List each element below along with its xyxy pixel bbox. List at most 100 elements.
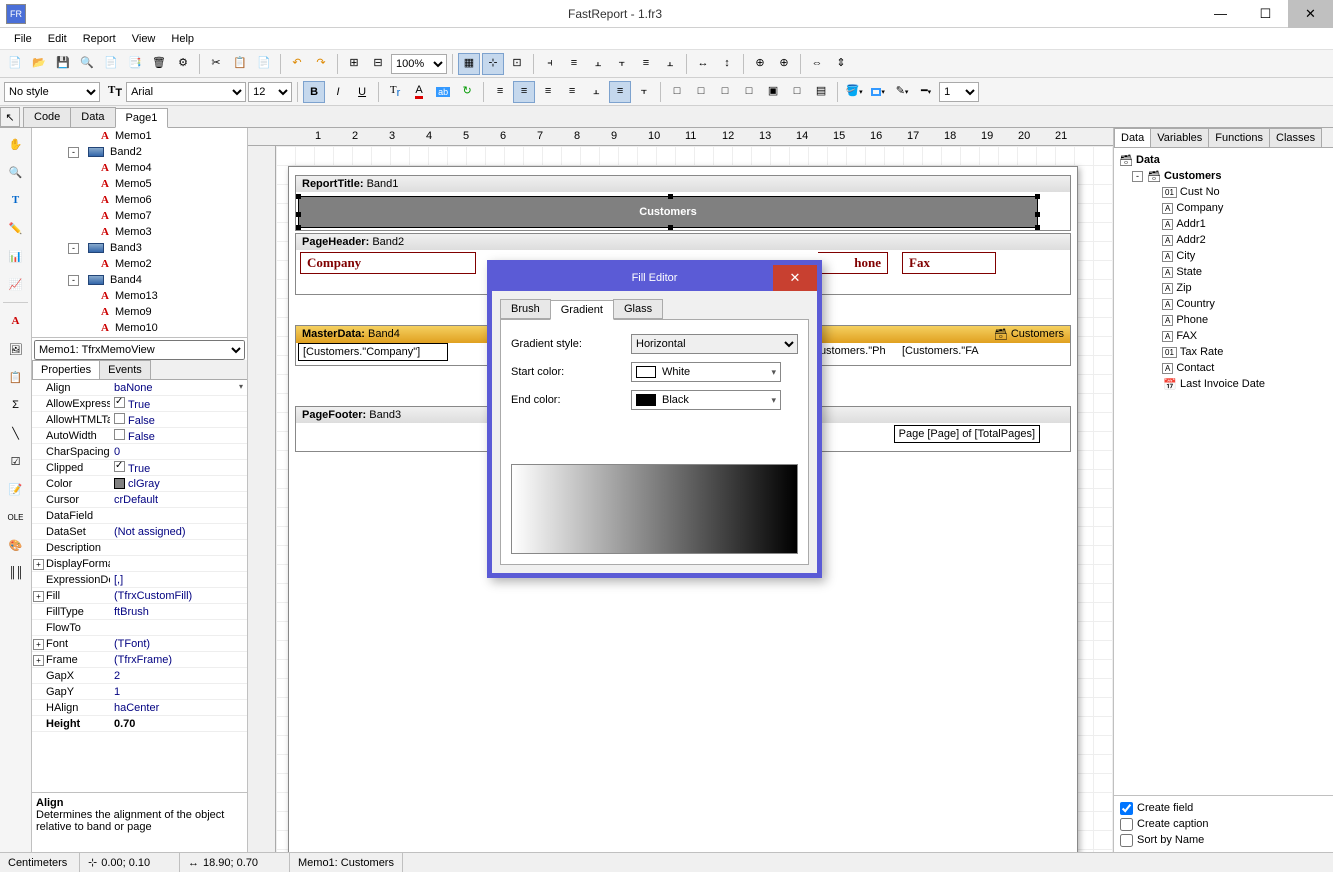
prop-tab-events[interactable]: Events bbox=[99, 360, 151, 379]
open-icon[interactable]: 📂 bbox=[28, 53, 50, 75]
minimize-button[interactable]: — bbox=[1198, 0, 1243, 28]
field-last-invoice-date[interactable]: 📅Last Invoice Date bbox=[1118, 376, 1329, 392]
prop-dataset[interactable]: DataSet(Not assigned) bbox=[32, 524, 247, 540]
group-icon[interactable]: ⊞ bbox=[343, 53, 365, 75]
tree-node-band4[interactable]: -Band4 bbox=[32, 272, 247, 288]
prop-displayformat[interactable]: DisplayFormat bbox=[32, 556, 247, 572]
tree-node-memo7[interactable]: AMemo7 bbox=[32, 208, 247, 224]
band-tool-icon[interactable]: 📊 bbox=[4, 244, 28, 268]
menu-help[interactable]: Help bbox=[163, 31, 202, 47]
align-top-edges-icon[interactable]: ⫟ bbox=[611, 53, 633, 75]
cut-icon[interactable]: ✂ bbox=[205, 53, 227, 75]
field-zip[interactable]: AZip bbox=[1118, 280, 1329, 296]
linestyle-icon[interactable]: ━▾ bbox=[915, 81, 937, 103]
prop-allowexpressions[interactable]: AllowExpressionsTrue bbox=[32, 396, 247, 412]
frame-left-icon[interactable]: □ bbox=[714, 81, 736, 103]
field-tax-rate[interactable]: 01Tax Rate bbox=[1118, 344, 1329, 360]
subreport-object-icon[interactable]: 📋 bbox=[4, 365, 28, 389]
zoom-tool-icon[interactable]: 🔍 bbox=[4, 160, 28, 184]
memo-field-fax[interactable]: [Customers."FA bbox=[902, 345, 979, 357]
prop-autowidth[interactable]: AutoWidthFalse bbox=[32, 428, 247, 444]
fontsize-select[interactable]: 12 bbox=[248, 82, 292, 102]
center-v-icon[interactable]: ⊕ bbox=[773, 53, 795, 75]
memo-field-phone[interactable]: Customers."Ph bbox=[812, 345, 886, 357]
maximize-button[interactable]: ☐ bbox=[1243, 0, 1288, 28]
prop-align[interactable]: AlignbaNone▾ bbox=[32, 380, 247, 396]
framestyle-icon[interactable]: ✎▾ bbox=[891, 81, 913, 103]
highlight-icon[interactable]: ab bbox=[432, 81, 454, 103]
data-tree[interactable]: 🗃Data-🗃Customers01Cust NoACompanyAAddr1A… bbox=[1114, 148, 1333, 795]
tree-node-memo13[interactable]: AMemo13 bbox=[32, 288, 247, 304]
paste-icon[interactable]: 📄 bbox=[253, 53, 275, 75]
frame-right-icon[interactable]: □ bbox=[738, 81, 760, 103]
align-left-icon[interactable]: ≡ bbox=[489, 81, 511, 103]
zoom-select[interactable]: 100% bbox=[391, 54, 447, 74]
pagesetup-icon[interactable]: ⚙ bbox=[172, 53, 194, 75]
field-company[interactable]: ACompany bbox=[1118, 200, 1329, 216]
snapgrid-icon[interactable]: ⊹ bbox=[482, 53, 504, 75]
tree-node-memo1[interactable]: AMemo1 bbox=[32, 128, 247, 144]
tree-node-memo2[interactable]: AMemo2 bbox=[32, 256, 247, 272]
prop-description[interactable]: Description bbox=[32, 540, 247, 556]
tree-node-memo10[interactable]: AMemo10 bbox=[32, 320, 247, 336]
sysmemo-object-icon[interactable]: Σ bbox=[4, 393, 28, 417]
memo-field-company[interactable]: [Customers."Company"] bbox=[298, 343, 448, 361]
samewidth-icon[interactable]: ⇔ bbox=[806, 53, 828, 75]
memo-object-icon[interactable]: A bbox=[4, 309, 28, 333]
right-tab-data[interactable]: Data bbox=[1114, 128, 1151, 147]
prop-gapx[interactable]: GapX2 bbox=[32, 668, 247, 684]
prop-charspacing[interactable]: CharSpacing0 bbox=[32, 444, 247, 460]
save-icon[interactable]: 💾 bbox=[52, 53, 74, 75]
align-vcenter-icon[interactable]: ≡ bbox=[635, 53, 657, 75]
close-button[interactable]: ✕ bbox=[1288, 0, 1333, 28]
field-phone[interactable]: APhone bbox=[1118, 312, 1329, 328]
valign-top-icon[interactable]: ⫠ bbox=[585, 81, 607, 103]
space-v-icon[interactable]: ↕ bbox=[716, 53, 738, 75]
font-select[interactable]: Arial bbox=[126, 82, 246, 102]
preview-icon[interactable]: 🔍 bbox=[76, 53, 98, 75]
tree-node-memo5[interactable]: AMemo5 bbox=[32, 176, 247, 192]
column-header-phone[interactable]: hone bbox=[818, 252, 888, 274]
grid-icon[interactable]: ▦ bbox=[458, 53, 480, 75]
space-h-icon[interactable]: ↔ bbox=[692, 53, 714, 75]
undo-icon[interactable]: ↶ bbox=[286, 53, 308, 75]
prop-tab-properties[interactable]: Properties bbox=[32, 360, 100, 379]
tree-node-memo9[interactable]: AMemo9 bbox=[32, 304, 247, 320]
prop-color[interactable]: ColorclGray bbox=[32, 476, 247, 492]
right-tab-variables[interactable]: Variables bbox=[1150, 128, 1209, 147]
format-tool-icon[interactable]: ✏️ bbox=[4, 216, 28, 240]
column-header-company[interactable]: Company bbox=[300, 252, 476, 274]
align-left-edges-icon[interactable]: ⫞ bbox=[539, 53, 561, 75]
redo-icon[interactable]: ↷ bbox=[310, 53, 332, 75]
prop-allowhtmltags[interactable]: AllowHTMLTagsFalse bbox=[32, 412, 247, 428]
tab-code[interactable]: Code bbox=[23, 107, 71, 127]
menu-file[interactable]: File bbox=[6, 31, 40, 47]
filleditor-tab-gradient[interactable]: Gradient bbox=[550, 300, 614, 320]
field-addr2[interactable]: AAddr2 bbox=[1118, 232, 1329, 248]
new-icon[interactable]: 📄 bbox=[4, 53, 26, 75]
dialog-title[interactable]: Fill Editor ✕ bbox=[492, 265, 817, 291]
sameheight-icon[interactable]: ⇕ bbox=[830, 53, 852, 75]
right-tab-functions[interactable]: Functions bbox=[1208, 128, 1270, 147]
framecolor-icon[interactable]: ▾ bbox=[867, 81, 889, 103]
fitgrid-icon[interactable]: ⊡ bbox=[506, 53, 528, 75]
frame-top-icon[interactable]: □ bbox=[666, 81, 688, 103]
field-city[interactable]: ACity bbox=[1118, 248, 1329, 264]
tab-data[interactable]: Data bbox=[70, 107, 115, 127]
align-bottom-edges-icon[interactable]: ⫠ bbox=[659, 53, 681, 75]
align-right-icon[interactable]: ≡ bbox=[537, 81, 559, 103]
frame-bottom-icon[interactable]: □ bbox=[690, 81, 712, 103]
prop-fill[interactable]: Fill(TfrxCustomFill) bbox=[32, 588, 247, 604]
barcode-object-icon[interactable]: ║║ bbox=[4, 561, 28, 585]
underline-icon[interactable]: U bbox=[351, 81, 373, 103]
align-right-edges-icon[interactable]: ⫠ bbox=[587, 53, 609, 75]
ungroup-icon[interactable]: ⊟ bbox=[367, 53, 389, 75]
property-grid[interactable]: AlignbaNone▾AllowExpressionsTrueAllowHTM… bbox=[32, 380, 247, 792]
data-root[interactable]: 🗃Data bbox=[1118, 152, 1329, 168]
prop-halign[interactable]: HAlignhaCenter bbox=[32, 700, 247, 716]
page-icon[interactable]: 📄 bbox=[100, 53, 122, 75]
memo-customers-title[interactable]: Customers bbox=[298, 196, 1038, 228]
bold-icon[interactable]: B bbox=[303, 81, 325, 103]
copy-icon[interactable]: 📋 bbox=[229, 53, 251, 75]
field-fax[interactable]: AFAX bbox=[1118, 328, 1329, 344]
